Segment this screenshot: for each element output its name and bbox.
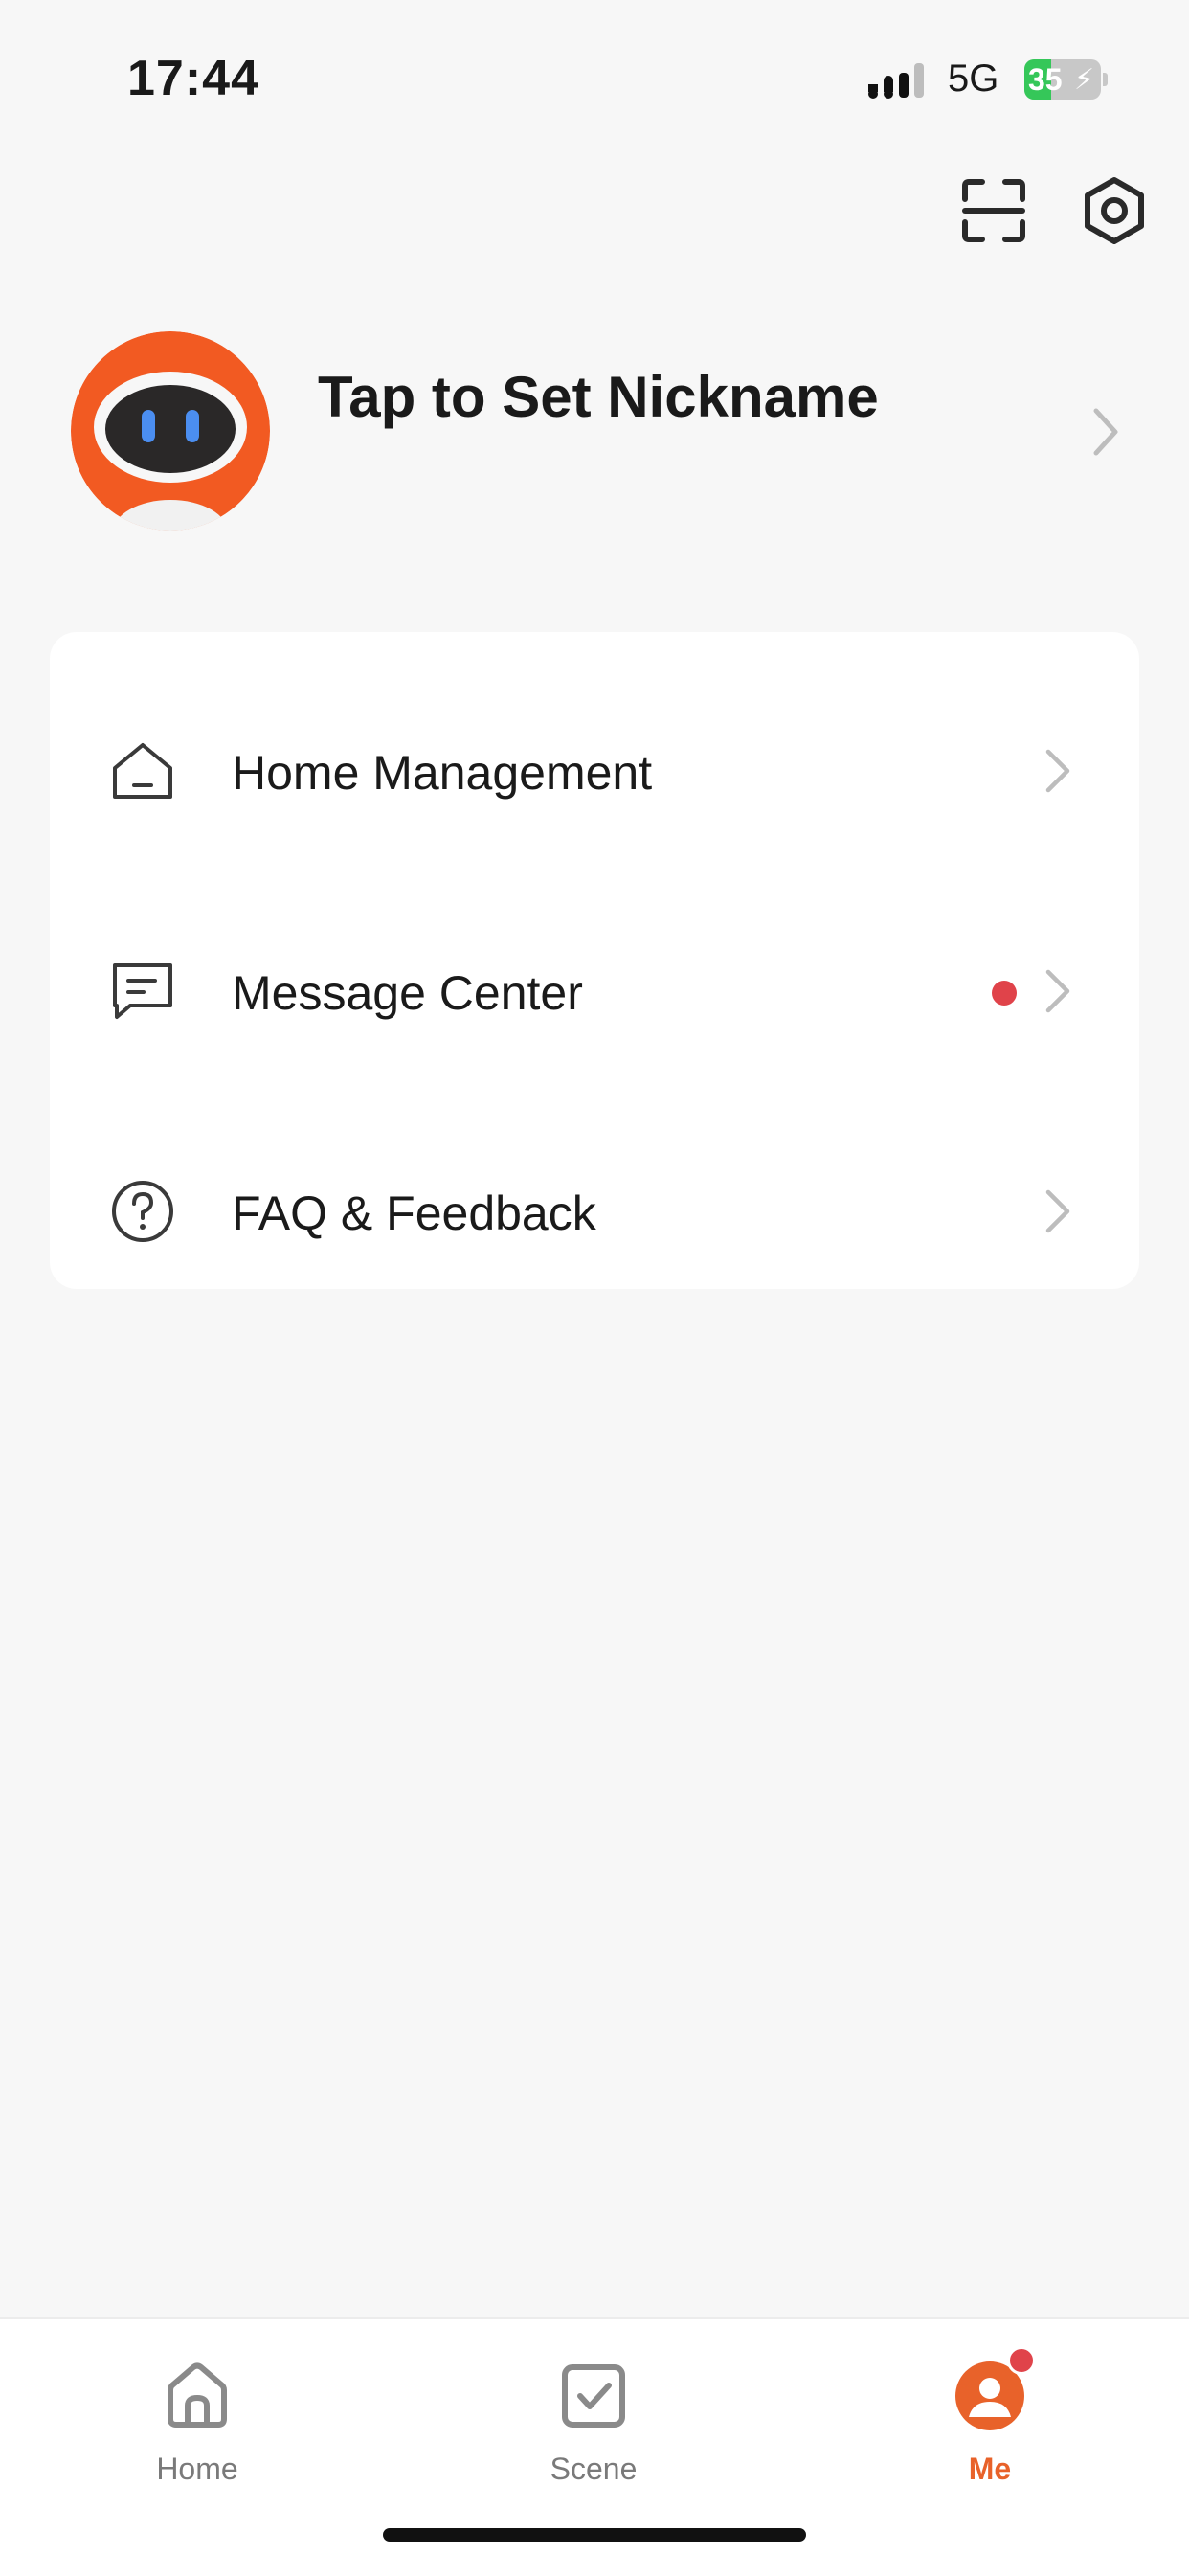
- profile-header[interactable]: Tap to Set Nickname: [0, 326, 1189, 536]
- status-bar: 17:44 5G 35 ⚡: [0, 0, 1189, 144]
- nickname-label[interactable]: Tap to Set Nickname: [318, 364, 879, 430]
- scan-icon: [962, 179, 1025, 242]
- tab-me[interactable]: Me: [875, 2339, 1105, 2511]
- house-icon: [113, 743, 172, 799]
- notification-badge: [1007, 2346, 1036, 2375]
- charging-bolt-icon: ⚡: [1074, 64, 1095, 96]
- menu-item-faq-feedback[interactable]: FAQ & Feedback: [50, 1111, 1139, 1302]
- chevron-right-icon: [1093, 408, 1118, 456]
- unread-dot: [992, 981, 1017, 1006]
- menu-item-label: Message Center: [232, 966, 583, 1020]
- settings-button[interactable]: [1076, 172, 1153, 249]
- question-icon: [112, 1181, 173, 1242]
- gear-icon: [1085, 177, 1144, 244]
- status-time: 17:44: [127, 51, 259, 106]
- tab-label: Scene: [550, 2452, 638, 2486]
- message-icon: [113, 963, 172, 1019]
- chevron-right-icon: [1045, 749, 1070, 793]
- tab-label: Home: [156, 2452, 238, 2486]
- battery-indicator: 35 ⚡: [1024, 59, 1108, 100]
- avatar: [71, 331, 270, 531]
- signal-strength-icon: [868, 63, 924, 99]
- chevron-right-icon: [1045, 1189, 1070, 1233]
- menu-item-message-center[interactable]: Message Center: [50, 891, 1139, 1082]
- tab-label: Me: [968, 2452, 1012, 2486]
- home-icon: [168, 2362, 227, 2428]
- tab-scene[interactable]: Scene: [479, 2339, 708, 2511]
- menu-item-label: Home Management: [232, 746, 653, 800]
- menu-item-label: FAQ & Feedback: [232, 1186, 596, 1240]
- scene-checkbox-icon: [562, 2364, 625, 2428]
- network-type: 5G: [948, 57, 999, 100]
- menu-item-home-management[interactable]: Home Management: [50, 670, 1139, 862]
- tab-home[interactable]: Home: [82, 2339, 312, 2511]
- scan-button[interactable]: [955, 172, 1032, 249]
- chevron-right-icon: [1045, 969, 1070, 1013]
- battery-percent: 35: [1028, 62, 1063, 97]
- menu-card: Home Management Message Center FAQ & Fee…: [50, 632, 1139, 1289]
- home-indicator: [383, 2528, 806, 2542]
